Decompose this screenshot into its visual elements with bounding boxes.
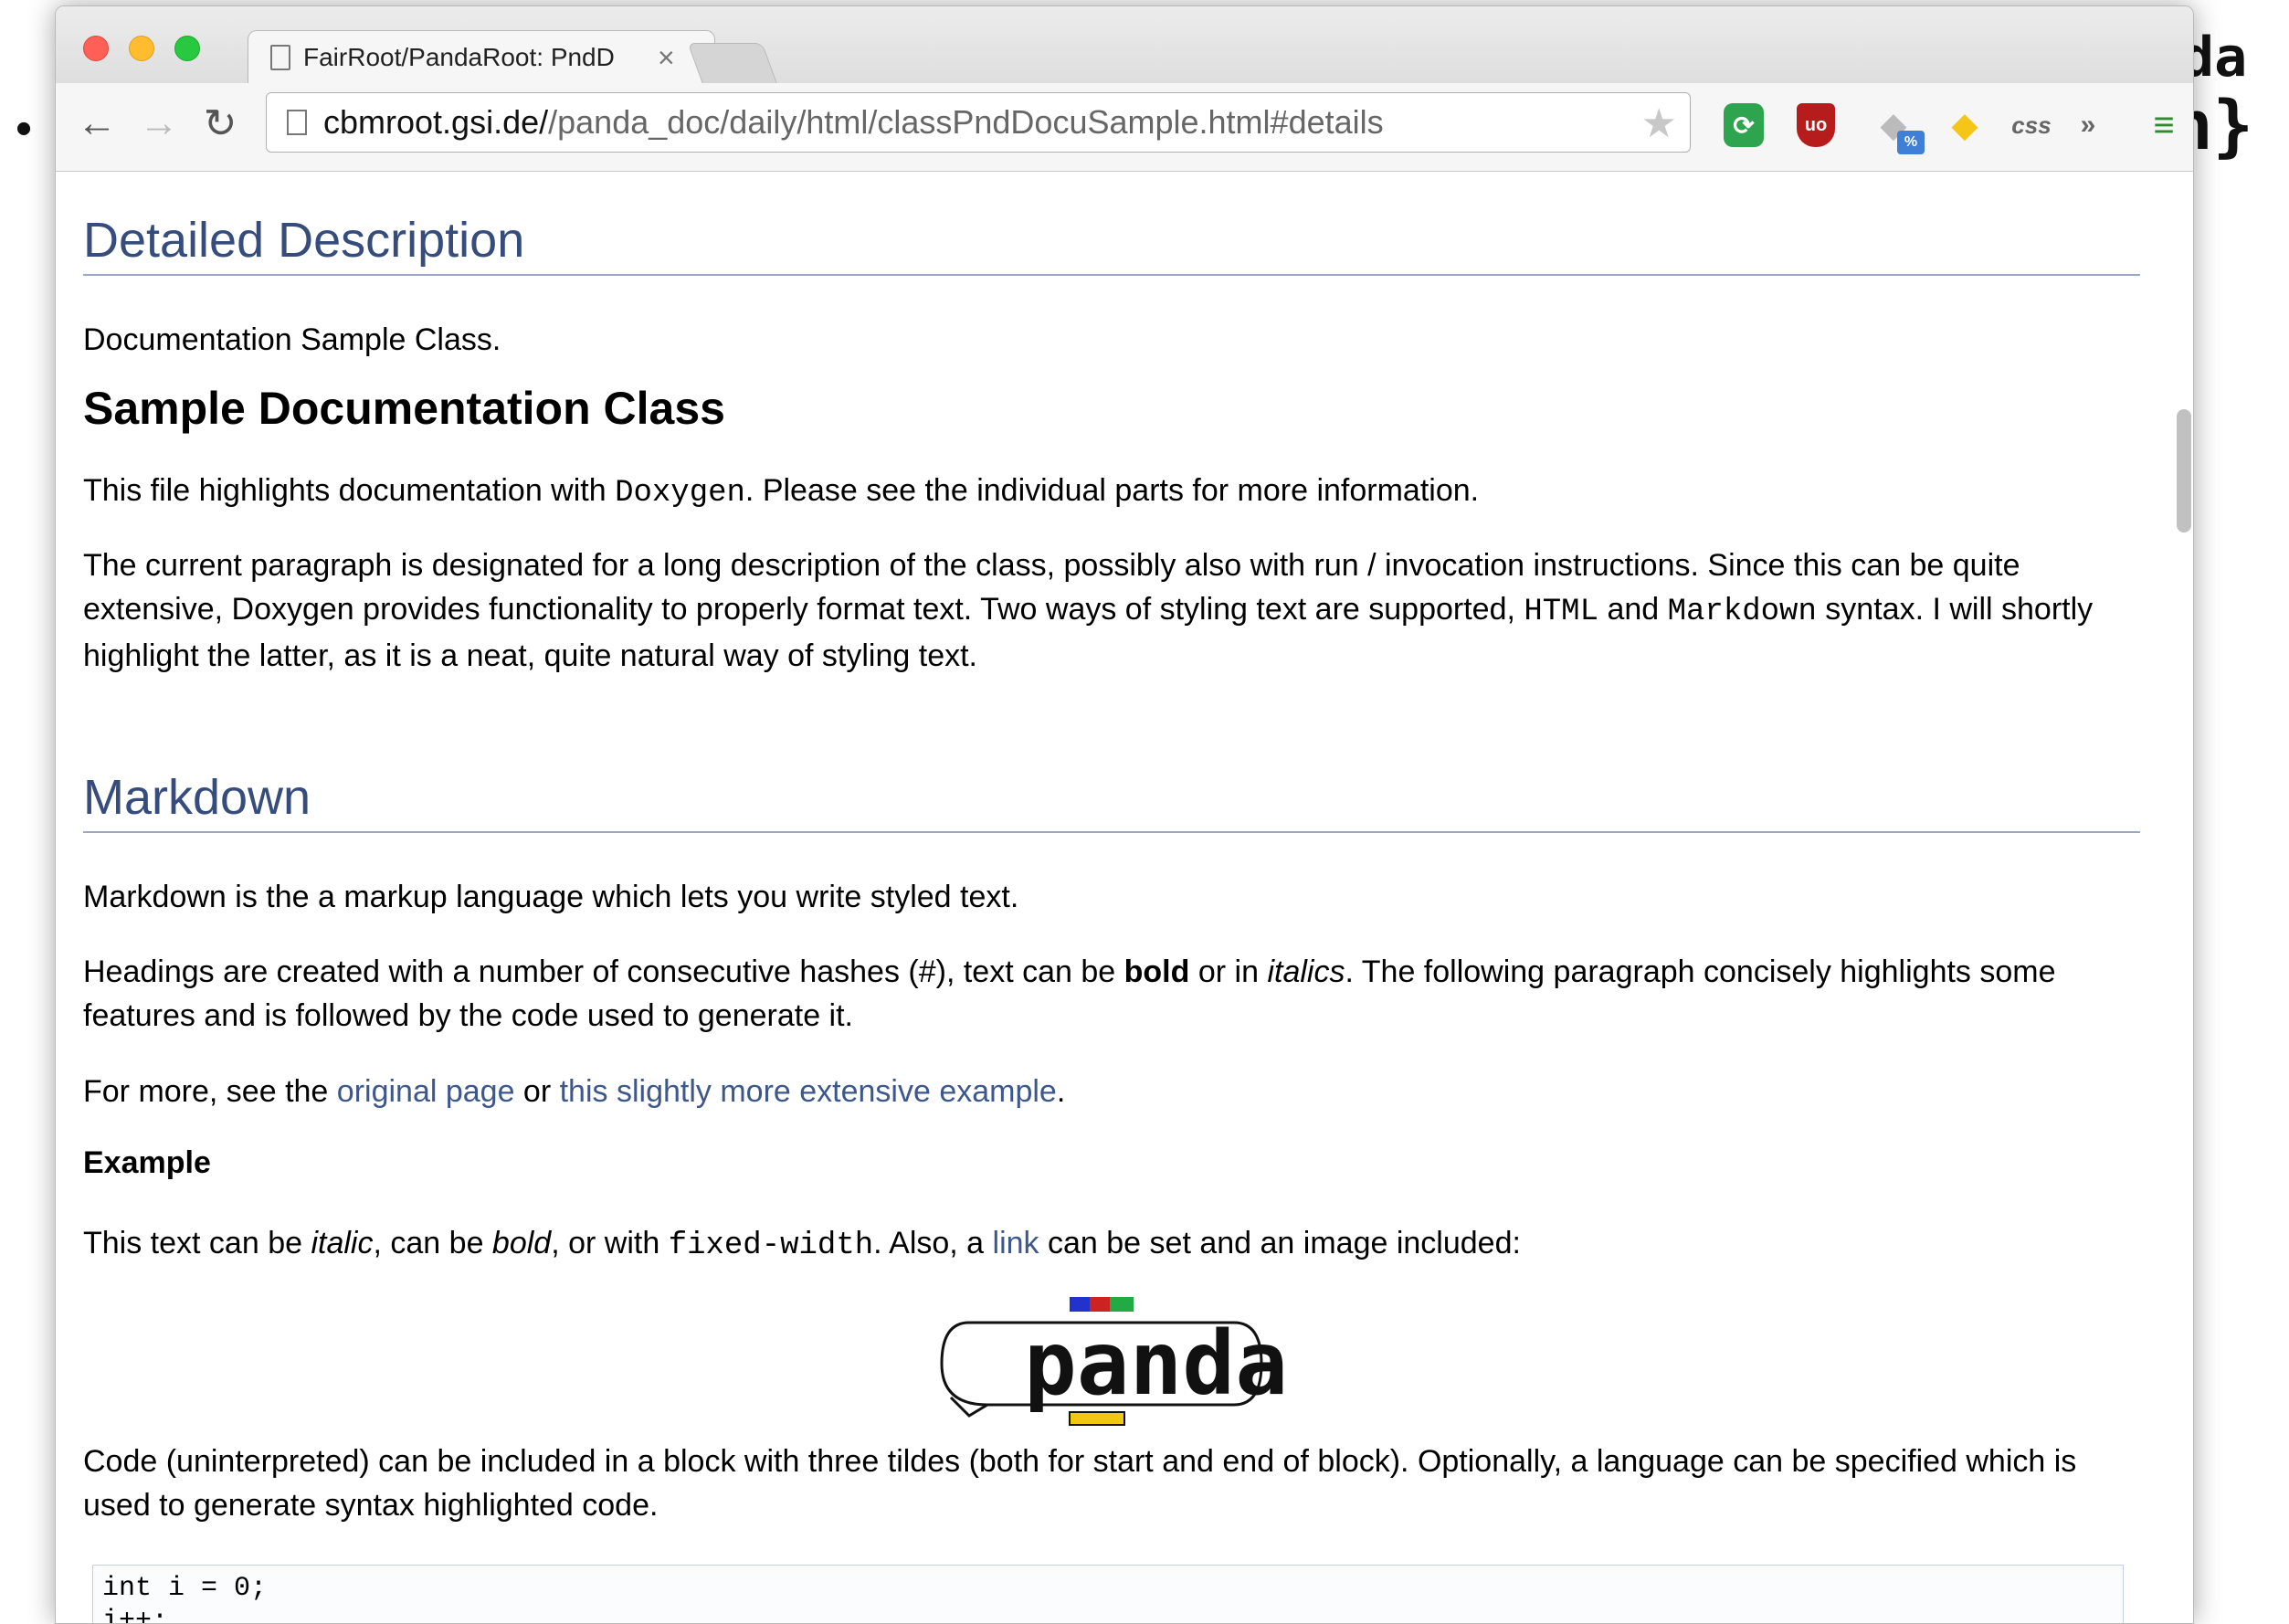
code-block-paragraph: Code (uninterpreted) can be included in … [83,1444,2077,1523]
close-tab-icon[interactable]: × [658,41,675,75]
title-bar: FairRoot/PandaRoot: PndD × [56,6,2193,85]
browser-window: FairRoot/PandaRoot: PndD × ← → ↻ cbmroot… [55,5,2194,1624]
code-line: i++; [102,1606,169,1624]
code-span: fixed-width [668,1229,874,1263]
python-extension-icon[interactable]: ◆ [1945,103,1985,147]
text: or [514,1074,560,1109]
sample-class-heading: Sample Documentation Class [83,383,725,434]
bold-text: bold [1123,954,1190,989]
detailed-description-heading: Detailed Description [83,212,2140,276]
extensive-example-link[interactable]: this slightly more extensive example [560,1074,1057,1109]
panda-logo: panda [940,1297,1288,1426]
long-description-paragraph: The current paragraph is designated for … [83,543,2140,678]
forward-button[interactable]: → [136,96,182,151]
reload-button[interactable]: ↻ [197,96,243,151]
text: Headings are created with a number of co… [83,954,1124,989]
text: . Please see the individual parts for mo… [744,473,1480,508]
italic-text: italic [311,1226,374,1260]
text: , or with [551,1226,669,1260]
percent-badge-icon: % [1897,131,1925,154]
text: This text can be [83,1226,311,1260]
ublock-extension-icon[interactable]: uo [1797,103,1835,147]
example-heading: Example [83,1145,211,1180]
sync-extension-icon[interactable]: ⟳ [1724,103,1764,147]
tab-title: FairRoot/PandaRoot: PndD [303,43,615,71]
url-host: cbmroot.gsi.de/ [323,103,549,141]
background-bullet: • [13,110,36,152]
more-info-paragraph: For more, see the original page or this … [83,1070,2140,1113]
code-block: int i = 0; i++; [92,1565,2124,1624]
back-button[interactable]: ← [74,96,120,151]
original-page-link[interactable]: original page [337,1074,515,1109]
text: or in [1189,954,1268,989]
text: and [1598,592,1668,627]
close-window-button[interactable] [83,36,109,61]
text: , can be [373,1226,492,1260]
example-link[interactable]: link [993,1226,1039,1260]
markdown-intro: Markdown is the a markup language which … [83,880,1019,914]
text: This file highlights documentation with [83,473,616,508]
code-span: HTML [1524,595,1598,629]
code-line: int i = 0; [102,1573,268,1604]
more-extensions-icon[interactable]: » [2074,103,2102,147]
minimize-window-button[interactable] [129,36,154,61]
text: For more, see the [83,1074,337,1109]
address-bar[interactable]: cbmroot.gsi.de//panda_doc/daily/html/cla… [266,92,1691,153]
example-paragraph: This text can be italic, can be bold, or… [83,1221,2140,1268]
bold-italic-text: bold [491,1226,552,1260]
url-path: /panda_doc/daily/html/classPndDocuSample… [548,103,1384,141]
page-content: Detailed Description Documentation Sampl… [56,172,2193,1624]
page-icon [270,45,290,70]
markdown-heading: Markdown [83,769,2140,833]
code-span: Markdown [1667,595,1817,629]
scrollbar-thumb[interactable] [2177,409,2191,533]
intro-paragraph: This file highlights documentation with … [83,469,2140,515]
new-tab-button[interactable] [687,43,778,85]
css-extension-icon[interactable]: css [2007,103,2056,147]
menu-icon[interactable]: ≡ [2146,103,2182,147]
headings-paragraph: Headings are created with a number of co… [83,950,2140,1038]
bookmark-star-icon[interactable]: ★ [1641,100,1677,147]
text: . Also, a [873,1226,993,1260]
brief-description: Documentation Sample Class. [83,322,501,357]
code-span: Doxygen [615,476,745,511]
browser-tab[interactable]: FairRoot/PandaRoot: PndD × [248,30,715,84]
maximize-window-button[interactable] [174,36,200,61]
scrollbar[interactable] [2166,172,2193,1623]
italic-text: italics [1267,954,1345,989]
logo-text: panda [1024,1313,1288,1415]
page-icon [287,110,307,135]
text: can be set and an image included: [1039,1226,1521,1260]
browser-toolbar: ← → ↻ cbmroot.gsi.de//panda_doc/daily/ht… [56,83,2193,172]
text: . [1056,1074,1066,1109]
